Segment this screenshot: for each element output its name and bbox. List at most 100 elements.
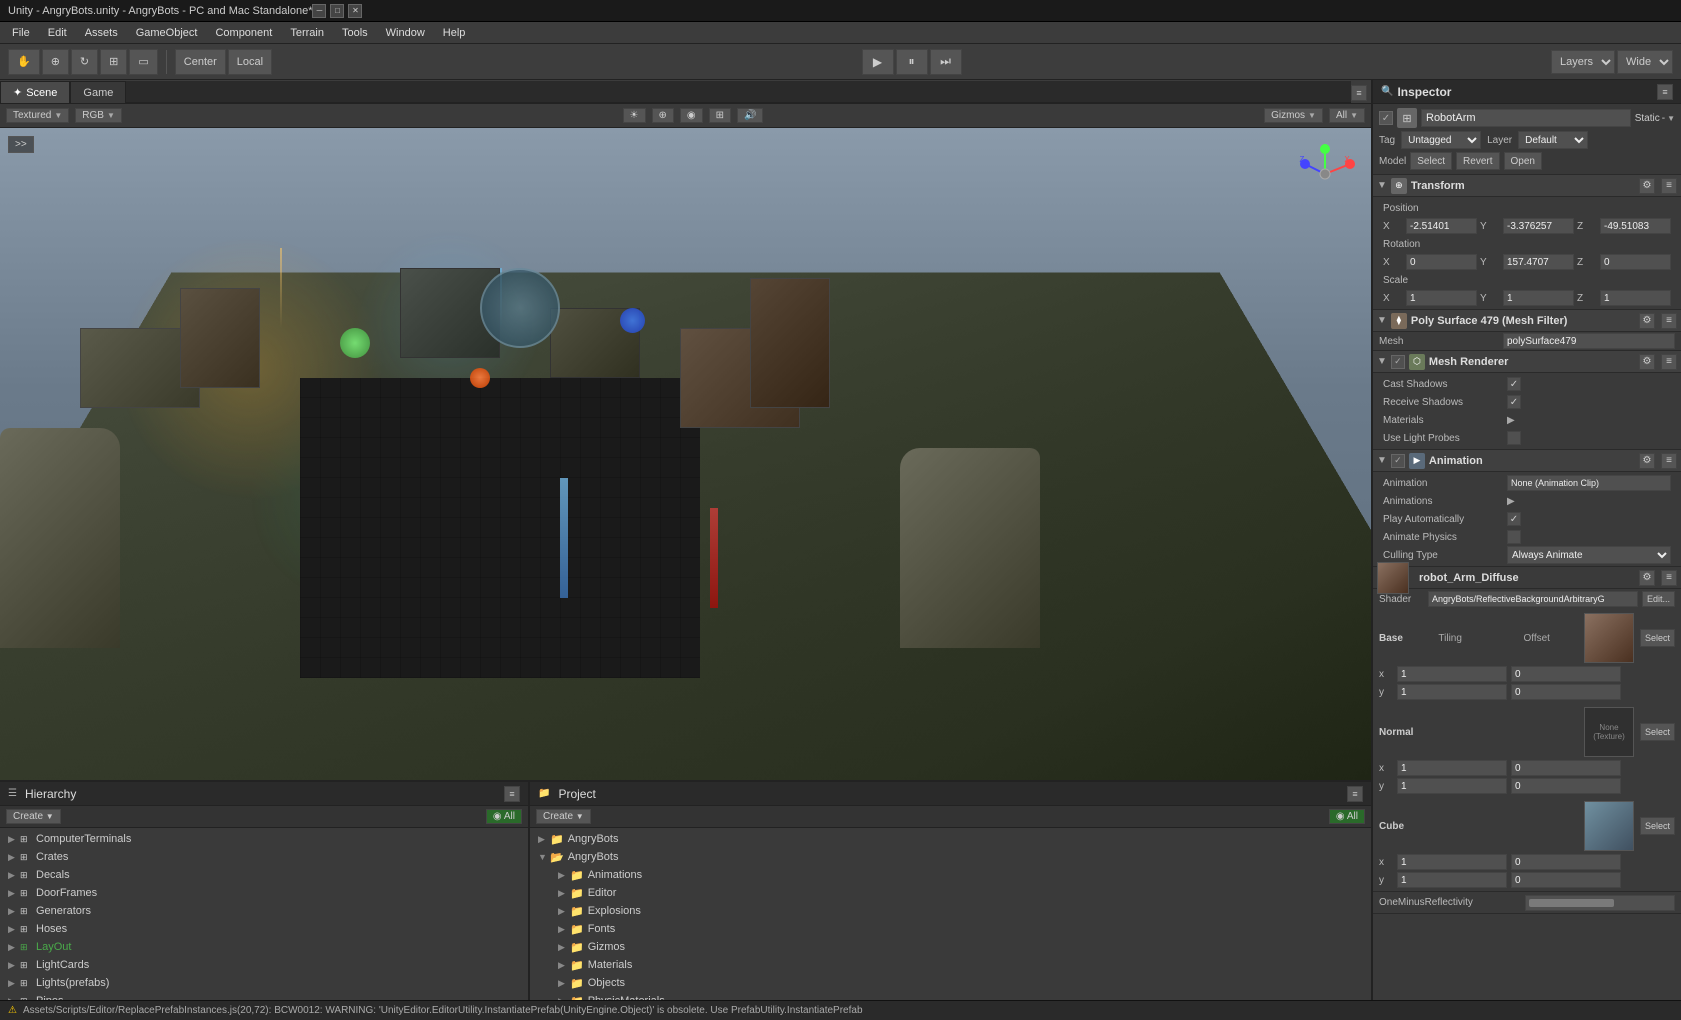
folder-gizmos[interactable]: ▶ 📁 Gizmos — [530, 938, 1371, 956]
meshrenderer-header[interactable]: ▼ ✓ ⬡ Mesh Renderer ⚙ ≡ — [1373, 351, 1681, 373]
tree-item-layout[interactable]: ▶ ⊞ LayOut — [0, 938, 528, 956]
normal-y-tiling[interactable]: 1 — [1397, 778, 1507, 794]
normal-select-btn[interactable]: Select — [1640, 723, 1675, 741]
active-checkbox[interactable]: ✓ — [1379, 111, 1393, 125]
meshfilter-menu[interactable]: ≡ — [1661, 313, 1677, 329]
hierarchy-create-btn[interactable]: Create ▼ — [6, 809, 61, 824]
cube-y-offset[interactable]: 0 — [1511, 872, 1621, 888]
cube-select-btn[interactable]: Select — [1640, 817, 1675, 835]
tree-item-hoses[interactable]: ▶ ⊞ Hoses — [0, 920, 528, 938]
hand-tool-button[interactable]: ✋ — [8, 49, 40, 75]
layer-select[interactable]: Default — [1518, 131, 1588, 149]
center-button[interactable]: Center — [175, 49, 226, 75]
close-button[interactable]: ✕ — [348, 4, 362, 18]
tab-game[interactable]: Game — [70, 81, 126, 103]
base-texture-thumb[interactable] — [1584, 613, 1634, 663]
base-x-offset[interactable]: 0 — [1511, 666, 1621, 682]
culling-select[interactable]: Always Animate — [1507, 546, 1671, 564]
folder-explosions[interactable]: ▶ 📁 Explosions — [530, 902, 1371, 920]
tree-item-generators[interactable]: ▶ ⊞ Generators — [0, 902, 528, 920]
animation-clip-value[interactable]: None (Animation Clip) — [1507, 475, 1671, 491]
model-select-btn[interactable]: Select — [1410, 152, 1452, 170]
material-gear[interactable]: ⚙ — [1639, 570, 1655, 586]
scale-z-value[interactable]: 1 — [1600, 290, 1671, 306]
view-panel-close[interactable]: ≡ — [1351, 85, 1367, 101]
menu-component[interactable]: Component — [207, 25, 280, 41]
meshrenderer-gear[interactable]: ⚙ — [1639, 354, 1655, 370]
one-minus-slider[interactable] — [1525, 895, 1675, 911]
scale-tool-button[interactable]: ⊞ — [100, 49, 127, 75]
tag-select[interactable]: Untagged — [1401, 131, 1481, 149]
layout-select[interactable]: Wide — [1617, 50, 1673, 74]
tree-item-pipes[interactable]: ▶ ⊞ Pipes — [0, 992, 528, 1000]
pause-button[interactable]: ⏸ — [896, 49, 928, 75]
maximize-button[interactable]: □ — [330, 4, 344, 18]
animation-check[interactable]: ✓ — [1391, 454, 1405, 468]
gizmos-dropdown[interactable]: Gizmos ▼ — [1264, 108, 1323, 123]
cube-x-offset[interactable]: 0 — [1511, 854, 1621, 870]
normal-x-offset[interactable]: 0 — [1511, 760, 1621, 776]
vp-icon5[interactable]: 🔊 — [737, 108, 763, 123]
base-y-offset[interactable]: 0 — [1511, 684, 1621, 700]
transform-header[interactable]: ▼ ⊕ Transform ⚙ ≡ — [1373, 175, 1681, 197]
normal-x-tiling[interactable]: 1 — [1397, 760, 1507, 776]
rotate-tool-button[interactable]: ↻ — [71, 49, 98, 75]
transform-menu[interactable]: ≡ — [1661, 178, 1677, 194]
shader-value[interactable]: AngryBots/ReflectiveBackgroundArbitraryG — [1428, 591, 1638, 607]
tree-item-computerterminals[interactable]: ▶ ⊞ ComputerTerminals — [0, 830, 528, 848]
folder-angrybots-open[interactable]: ▼ 📂 AngryBots — [530, 848, 1371, 866]
menu-edit[interactable]: Edit — [40, 25, 75, 41]
pos-x-value[interactable]: -2.51401 — [1406, 218, 1477, 234]
vp-icon3[interactable]: ◉ — [680, 108, 703, 123]
menu-terrain[interactable]: Terrain — [282, 25, 332, 41]
step-button[interactable]: ⏭ — [930, 49, 962, 75]
vp-icon2[interactable]: ⊕ — [652, 108, 674, 123]
rot-y-value[interactable]: 157.4707 — [1503, 254, 1574, 270]
vp-icon4[interactable]: ⊞ — [709, 108, 731, 123]
scale-y-value[interactable]: 1 — [1503, 290, 1574, 306]
rect-tool-button[interactable]: ▭ — [129, 49, 157, 75]
material-header[interactable]: robot_Arm_Diffuse ⚙ ≡ — [1373, 567, 1681, 589]
material-menu[interactable]: ≡ — [1661, 570, 1677, 586]
animation-gear[interactable]: ⚙ — [1639, 453, 1655, 469]
folder-fonts[interactable]: ▶ 📁 Fonts — [530, 920, 1371, 938]
folder-angrybots-closed[interactable]: ▶ 📁 AngryBots — [530, 830, 1371, 848]
cube-x-tiling[interactable]: 1 — [1397, 854, 1507, 870]
normal-texture-thumb[interactable]: None (Texture) — [1584, 707, 1634, 757]
tree-item-doorframes[interactable]: ▶ ⊞ DoorFrames — [0, 884, 528, 902]
tab-scene[interactable]: ✦ Scene — [0, 81, 70, 103]
meshrenderer-menu[interactable]: ≡ — [1661, 354, 1677, 370]
inspector-close[interactable]: ≡ — [1657, 84, 1673, 100]
use-light-probes-checkbox[interactable]: ✓ — [1507, 431, 1521, 445]
minimize-button[interactable]: ─ — [312, 4, 326, 18]
object-name-input[interactable] — [1421, 109, 1631, 127]
cast-shadows-checkbox[interactable]: ✓ — [1507, 377, 1521, 391]
base-x-tiling[interactable]: 1 — [1397, 666, 1507, 682]
local-button[interactable]: Local — [228, 49, 272, 75]
play-button[interactable]: ▶ — [862, 49, 894, 75]
menu-help[interactable]: Help — [435, 25, 474, 41]
menu-assets[interactable]: Assets — [77, 25, 126, 41]
layers-select[interactable]: Layers — [1551, 50, 1615, 74]
hierarchy-close[interactable]: ≡ — [504, 786, 520, 802]
move-tool-button[interactable]: ⊕ — [42, 49, 69, 75]
menu-file[interactable]: File — [4, 25, 38, 41]
pos-z-value[interactable]: -49.51083 — [1600, 218, 1671, 234]
folder-physicmaterials[interactable]: ▶ 📁 PhysicMaterials — [530, 992, 1371, 1000]
meshfilter-header[interactable]: ▼ ⧫ Poly Surface 479 (Mesh Filter) ⚙ ≡ — [1373, 310, 1681, 332]
model-open-btn[interactable]: Open — [1504, 152, 1542, 170]
transform-gear[interactable]: ⚙ — [1639, 178, 1655, 194]
rgb-dropdown[interactable]: RGB ▼ — [75, 108, 122, 123]
textured-dropdown[interactable]: Textured ▼ — [6, 108, 69, 123]
menu-window[interactable]: Window — [378, 25, 433, 41]
menu-gameobject[interactable]: GameObject — [128, 25, 206, 41]
pos-y-value[interactable]: -3.376257 — [1503, 218, 1574, 234]
collapse-button[interactable]: >> — [8, 136, 34, 153]
folder-materials[interactable]: ▶ 📁 Materials — [530, 956, 1371, 974]
tree-item-decals[interactable]: ▶ ⊞ Decals — [0, 866, 528, 884]
cube-texture-thumb[interactable] — [1584, 801, 1634, 851]
model-revert-btn[interactable]: Revert — [1456, 152, 1499, 170]
normal-y-offset[interactable]: 0 — [1511, 778, 1621, 794]
menu-tools[interactable]: Tools — [334, 25, 376, 41]
mesh-value[interactable]: polySurface479 — [1503, 333, 1675, 349]
